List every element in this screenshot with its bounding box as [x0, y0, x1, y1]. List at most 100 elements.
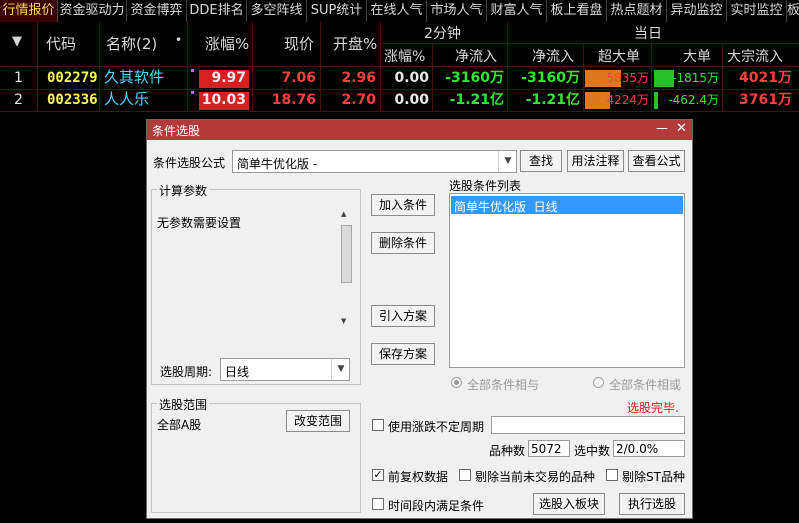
- col-divider: [722, 44, 723, 112]
- variable-period-label: 使用涨跌不定周期: [388, 420, 485, 434]
- add-condition-button[interactable]: 加入条件: [371, 194, 435, 216]
- params-group-label: 计算参数: [157, 182, 210, 199]
- close-icon[interactable]: ✕: [676, 121, 687, 136]
- mark-dot: [191, 69, 194, 72]
- stock-name[interactable]: 久其软件: [104, 66, 164, 88]
- minimize-icon[interactable]: —: [656, 121, 668, 135]
- execute-screen-button[interactable]: 执行选股: [619, 493, 685, 515]
- count-field: 5072: [528, 440, 570, 457]
- col-super-large[interactable]: 超大单: [598, 46, 640, 66]
- stock-screener-dialog: 条件选股 — ✕ 条件选股公式 简单牛优化版 - ▼ 查找 用法注释 查看公式 …: [146, 119, 693, 519]
- tab-long-short[interactable]: 多空阵线: [247, 0, 307, 22]
- check-icon: ✓: [373, 468, 383, 481]
- delete-condition-button[interactable]: 删除条件: [371, 232, 435, 254]
- col-2min-change[interactable]: 涨幅%: [384, 46, 425, 66]
- tab-hot-topics[interactable]: 热点题材: [607, 0, 667, 22]
- stock-name[interactable]: 人人乐: [104, 88, 149, 110]
- change-2min-value: 0.00: [394, 92, 429, 108]
- usage-notes-button[interactable]: 用法注释: [567, 150, 624, 172]
- tab-sup-stats[interactable]: SUP统计: [307, 0, 367, 22]
- col-divider: [651, 44, 652, 112]
- tab-dde-rank[interactable]: DDE排名: [187, 0, 247, 22]
- col-change-pct[interactable]: 涨幅%: [205, 33, 249, 54]
- import-plan-button[interactable]: 引入方案: [371, 305, 435, 327]
- change-pct-value: 10.03: [201, 92, 246, 108]
- dialog-title: 条件选股: [152, 124, 201, 138]
- col-name[interactable]: 名称(2): [106, 33, 157, 54]
- col-divider: [432, 44, 433, 112]
- time-range-checkbox[interactable]: [372, 498, 384, 510]
- radio-or-label: 全部条件相或: [609, 378, 682, 392]
- adjusted-data-checkbox[interactable]: ✓: [372, 469, 384, 481]
- tab-quotes[interactable]: 行情报价: [0, 0, 58, 22]
- col-open-pct[interactable]: 开盘%: [333, 33, 377, 54]
- chevron-down-icon[interactable]: ▼: [331, 359, 350, 380]
- tab-market-popularity[interactable]: 市场人气: [427, 0, 487, 22]
- list-item-label: 简单牛优化版 日线: [454, 200, 558, 214]
- count-value: 5072: [531, 442, 562, 456]
- period-select[interactable]: 日线 ▼: [220, 358, 350, 381]
- netflow-2min-value: -1.21亿: [449, 92, 504, 108]
- col-divider: [252, 22, 253, 112]
- large-value: -1815万: [672, 71, 719, 85]
- scrollbar-thumb[interactable]: [341, 225, 352, 283]
- view-formula-button[interactable]: 查看公式: [628, 150, 685, 172]
- period-value: 日线: [225, 365, 250, 379]
- col-netflow[interactable]: 净流入: [532, 46, 574, 66]
- add-to-block-button[interactable]: 选股入板块: [533, 493, 605, 515]
- header-divider: [380, 43, 799, 44]
- col-divider: [583, 44, 584, 112]
- change-2min-value: 0.00: [394, 70, 429, 86]
- scroll-down-icon[interactable]: ▼: [341, 317, 346, 325]
- col-price[interactable]: 现价: [284, 33, 314, 54]
- condition-list[interactable]: 简单牛优化版 日线: [449, 193, 685, 368]
- col-2min-netflow[interactable]: 净流入: [455, 46, 497, 66]
- variable-period-checkbox[interactable]: [372, 419, 384, 431]
- price-value: 18.76: [271, 92, 316, 108]
- formula-select[interactable]: 简单牛优化版 - ▼: [232, 150, 517, 173]
- netflow-2min-value: -3160万: [445, 70, 504, 86]
- tab-online-popularity[interactable]: 在线人气: [367, 0, 427, 22]
- block-inflow-value: 3761万: [739, 92, 792, 108]
- save-plan-button[interactable]: 保存方案: [371, 343, 435, 365]
- chevron-down-icon[interactable]: ▼: [498, 151, 517, 172]
- remove-untraded-checkbox[interactable]: [459, 469, 471, 481]
- col-divider: [99, 22, 100, 112]
- group-2min: 2分钟: [424, 26, 461, 42]
- period-label: 选股周期:: [160, 365, 213, 379]
- stock-code[interactable]: 002279: [47, 67, 98, 89]
- col-divider: [507, 22, 508, 112]
- radio-and-label: 全部条件相与: [467, 378, 540, 392]
- col-code[interactable]: 代码: [46, 33, 76, 54]
- top-tab-bar: 行情报价 资金驱动力 资金博弈 DDE排名 多空阵线 SUP统计 在线人气 市场…: [0, 0, 799, 23]
- formula-label: 条件选股公式: [153, 156, 226, 170]
- dialog-title-bar[interactable]: 条件选股 — ✕: [147, 120, 692, 140]
- formula-value: 简单牛优化版 -: [237, 157, 318, 171]
- variable-period-input[interactable]: [491, 416, 685, 434]
- change-range-button[interactable]: 改变范围: [286, 410, 350, 432]
- col-block-inflow[interactable]: 大宗流入: [727, 46, 783, 66]
- scroll-up-icon[interactable]: ▲: [341, 210, 346, 218]
- stock-code[interactable]: 002336: [47, 89, 98, 111]
- netflow-value: -1.21亿: [525, 92, 580, 108]
- find-button[interactable]: 查找: [520, 150, 562, 172]
- tab-limit-board[interactable]: 板上看盘: [547, 0, 607, 22]
- list-item[interactable]: 简单牛优化版 日线: [451, 196, 683, 214]
- selected-value: 2/0.0%: [616, 442, 659, 456]
- remove-st-checkbox[interactable]: [606, 469, 618, 481]
- group-today: 当日: [634, 26, 662, 42]
- tab-realtime-monitor[interactable]: 实时监控: [727, 0, 787, 22]
- row-index: 2: [14, 92, 23, 108]
- netflow-value: -3160万: [521, 70, 580, 86]
- tab-wealth-popularity[interactable]: 财富人气: [487, 0, 547, 22]
- tab-anomaly-monitor[interactable]: 异动监控: [667, 0, 727, 22]
- tab-board[interactable]: 板: [787, 0, 799, 22]
- radio-or[interactable]: [593, 377, 604, 388]
- params-scrollbar[interactable]: ▲ ▼: [340, 207, 354, 329]
- col-large[interactable]: 大单: [683, 46, 711, 66]
- remove-st-label: 剔除ST品种: [622, 470, 685, 484]
- time-range-label: 时间段内满足条件: [388, 499, 485, 513]
- tab-fund-drive[interactable]: 资金驱动力: [58, 0, 127, 22]
- sort-down-icon[interactable]: ▼: [12, 34, 22, 49]
- tab-fund-game[interactable]: 资金博弈: [127, 0, 187, 22]
